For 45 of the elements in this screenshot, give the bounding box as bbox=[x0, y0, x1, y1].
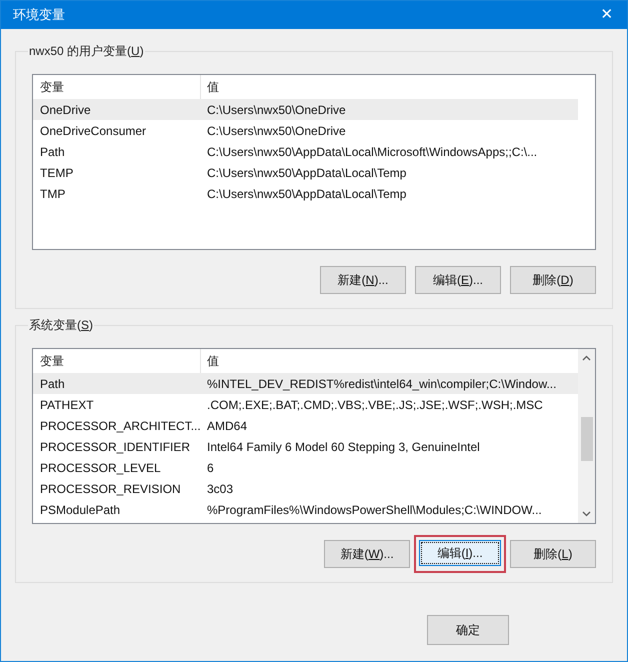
variable-list[interactable] bbox=[32, 74, 596, 250]
dialog-button[interactable]: 编辑(E)... bbox=[415, 266, 501, 294]
close-button[interactable]: ✕ bbox=[597, 5, 617, 25]
dialog-button[interactable]: 新建(N)... bbox=[320, 266, 406, 294]
variable-value: %INTEL_DEV_REDIST%redist\intel64_win\compiler;C:\Window... bbox=[206, 376, 558, 392]
variable-row[interactable]: Path %INTEL_DEV_REDIST%redist\intel64_win\compiler;C:\Window... bbox=[33, 373, 578, 394]
variable-name: TEMP bbox=[39, 164, 74, 182]
dialog-button[interactable]: 删除(D) bbox=[510, 266, 596, 294]
scroll-thumb[interactable] bbox=[580, 417, 592, 461]
dialog-button[interactable]: 新建(W)... bbox=[324, 540, 410, 568]
variable-value: AMD64 bbox=[206, 418, 248, 434]
scrollbar[interactable] bbox=[578, 349, 595, 523]
variable-name: PROCESSOR_LEVEL bbox=[39, 460, 162, 476]
variable-name: PROCESSOR_ARCHITECT... bbox=[39, 418, 201, 434]
window-title: 环境变量 bbox=[13, 6, 65, 24]
variable-name: TMP bbox=[39, 186, 66, 202]
variable-value: Intel64 Family 6 Model 60 Stepping 3, GenuineIntel bbox=[206, 438, 481, 456]
ok-button[interactable]: 确定 bbox=[427, 615, 509, 645]
column-header[interactable]: 值 bbox=[201, 75, 578, 99]
variable-name: OneDrive bbox=[39, 102, 92, 118]
variable-name: PATHEXT bbox=[39, 396, 95, 414]
variable-value: 3c03 bbox=[206, 480, 234, 498]
variable-value: %ProgramFiles%\WindowsPowerShell\Modules;C:\WINDOW... bbox=[206, 502, 543, 518]
variable-name: Path bbox=[39, 144, 66, 160]
variable-name: PSModulePath bbox=[39, 502, 122, 518]
variable-row[interactable]: OneDrive C:\Users\nwx50\OneDrive bbox=[33, 99, 578, 120]
variable-name: PROCESSOR_IDENTIFIER bbox=[39, 438, 192, 456]
dialog-button[interactable]: 编辑(I)... bbox=[419, 540, 501, 566]
scroll-up-icon[interactable] bbox=[582, 355, 591, 361]
variable-value: C:\Users\nwx50\AppData\Local\Microsoft\WindowsApps;;C:\... bbox=[206, 144, 538, 160]
variable-value: C:\Users\nwx50\OneDrive bbox=[206, 102, 347, 118]
dialog-button[interactable]: 删除(L) bbox=[510, 540, 596, 568]
group-label: nwx50 的用户变量(U) bbox=[28, 42, 145, 60]
group-label: 系统变量(S) bbox=[28, 316, 94, 334]
variable-name: PROCESSOR_REVISION bbox=[39, 480, 182, 498]
variable-name: Path bbox=[39, 376, 66, 392]
variable-value: C:\Users\nwx50\AppData\Local\Temp bbox=[206, 186, 408, 202]
variable-name: OneDriveConsumer bbox=[39, 122, 148, 140]
column-header[interactable]: 值 bbox=[201, 349, 578, 373]
scroll-down-icon[interactable] bbox=[582, 511, 591, 517]
variable-value: .COM;.EXE;.BAT;.CMD;.VBS;.VBE;.JS;.JSE;.WSF;.WSH;.MSC bbox=[206, 396, 544, 414]
variable-value: C:\Users\nwx50\AppData\Local\Temp bbox=[206, 164, 408, 182]
variable-list[interactable] bbox=[32, 348, 596, 524]
variable-value: C:\Users\nwx50\OneDrive bbox=[206, 122, 347, 140]
variable-value: 6 bbox=[206, 460, 215, 476]
